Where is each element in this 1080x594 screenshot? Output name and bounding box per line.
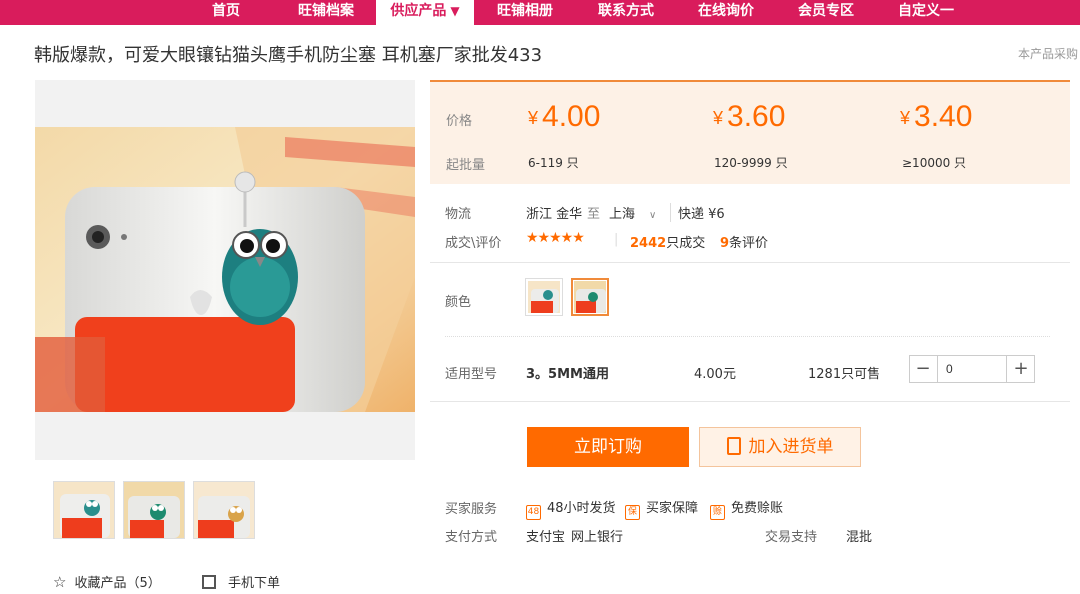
price-panel: 价格 起批量 ¥4.00 ¥3.60 ¥3.40 6-119 只 120-999… [430, 80, 1070, 184]
trade-support-value: 混批 [846, 530, 873, 545]
top-nav: 首页 旺铺档案 供应产品 ▼ 旺铺相册 联系方式 在线询价 会员专区 自定义一 [0, 0, 1080, 25]
thumbnail[interactable] [123, 481, 185, 539]
nav-shop-profile[interactable]: 旺铺档案 [289, 0, 363, 25]
section-divider [430, 401, 1070, 402]
deals-label: 成交\评价 [445, 236, 502, 251]
service-credit[interactable]: 赊免费赊账 [710, 497, 783, 520]
moq-label: 起批量 [446, 158, 486, 173]
side-note[interactable]: 本产品采购 [1018, 45, 1078, 62]
color-label: 颜色 [445, 295, 472, 310]
star-outline-icon: ☆ [53, 573, 67, 591]
nav-album[interactable]: 旺铺相册 [488, 0, 562, 25]
nav-contact[interactable]: 联系方式 [589, 0, 663, 25]
favorite-product[interactable]: ☆ 收藏产品（5） [53, 572, 161, 591]
main-product-image[interactable] [35, 127, 415, 412]
rating-stars: ★★★★★ [526, 230, 585, 246]
plus-button[interactable]: + [1008, 356, 1034, 382]
section-divider [430, 262, 1070, 263]
quantity-input[interactable] [937, 356, 1007, 382]
color-swatch[interactable] [525, 278, 563, 316]
service-guarantee[interactable]: 保买家保障 [625, 497, 698, 520]
mobile-order[interactable]: 手机下单 [202, 572, 280, 591]
nav-products[interactable]: 供应产品 ▼ [376, 0, 474, 25]
review-count[interactable]: 9条评价 [720, 232, 768, 251]
deals-divider: | [614, 232, 619, 247]
dotted-divider [445, 336, 1050, 337]
sold-count[interactable]: 2442只成交 [630, 232, 705, 251]
nav-custom[interactable]: 自定义一 [889, 0, 963, 25]
quantity-stepper: − + [909, 355, 1035, 383]
minus-button[interactable]: − [910, 356, 936, 382]
logistics-label: 物流 [445, 207, 472, 222]
model-stock: 1281只可售 [808, 367, 881, 382]
ship-to-select[interactable]: 上海 ∨ [609, 203, 656, 222]
nav-inquiry[interactable]: 在线询价 [689, 0, 763, 25]
ship-from: 浙江 金华 [526, 207, 583, 222]
add-to-cart-button[interactable]: 加入进货单 [699, 427, 861, 467]
model-name: 3。5MM通用 [526, 367, 609, 382]
pay-method-bank: 网上银行 [571, 530, 624, 545]
nav-products-label: 供应产品 [390, 3, 447, 19]
shipping-48h-icon: 48 [526, 505, 541, 520]
price-tier-2: ¥3.60 [713, 100, 786, 133]
favorite-label: 收藏产品（5） [74, 576, 161, 591]
trade-support-label: 交易支持 [765, 530, 818, 545]
credit-icon: 赊 [710, 505, 725, 520]
qty-range-3: ≥10000 只 [902, 156, 967, 170]
thumbnail[interactable] [53, 481, 115, 539]
payment-label: 支付方式 [445, 530, 498, 545]
price-label: 价格 [446, 114, 473, 129]
pay-method-alipay: 支付宝 [526, 530, 566, 545]
price-tier-1: ¥4.00 [528, 100, 601, 133]
buy-now-button[interactable]: 立即订购 [527, 427, 689, 467]
ship-to-word: 至 [587, 207, 601, 222]
caret-down-icon: ▼ [450, 4, 460, 18]
express-fee: 快递 ¥6 [670, 203, 725, 222]
color-swatch-selected[interactable] [571, 278, 609, 316]
qr-code-icon [202, 575, 216, 589]
add-to-cart-label: 加入进货单 [748, 437, 834, 457]
service-48h[interactable]: 48 48小时发货 [526, 497, 616, 520]
product-title: 韩版爆款，可爱大眼镶钻猫头鹰手机防尘塞 耳机塞厂家批发433 [34, 45, 543, 66]
qty-range-1: 6-119 只 [528, 156, 579, 170]
nav-members[interactable]: 会员专区 [789, 0, 863, 25]
chevron-down-icon: ∨ [649, 210, 657, 221]
clipboard-icon [726, 437, 741, 455]
model-label: 适用型号 [445, 367, 498, 382]
shield-icon: 保 [625, 505, 640, 520]
services-label: 买家服务 [445, 502, 498, 517]
thumbnail[interactable] [193, 481, 255, 539]
nav-home[interactable]: 首页 [196, 0, 256, 25]
mobile-order-label: 手机下单 [228, 576, 281, 591]
price-tier-3: ¥3.40 [900, 100, 973, 133]
qty-range-2: 120-9999 只 [714, 156, 788, 170]
model-price: 4.00元 [694, 367, 736, 382]
